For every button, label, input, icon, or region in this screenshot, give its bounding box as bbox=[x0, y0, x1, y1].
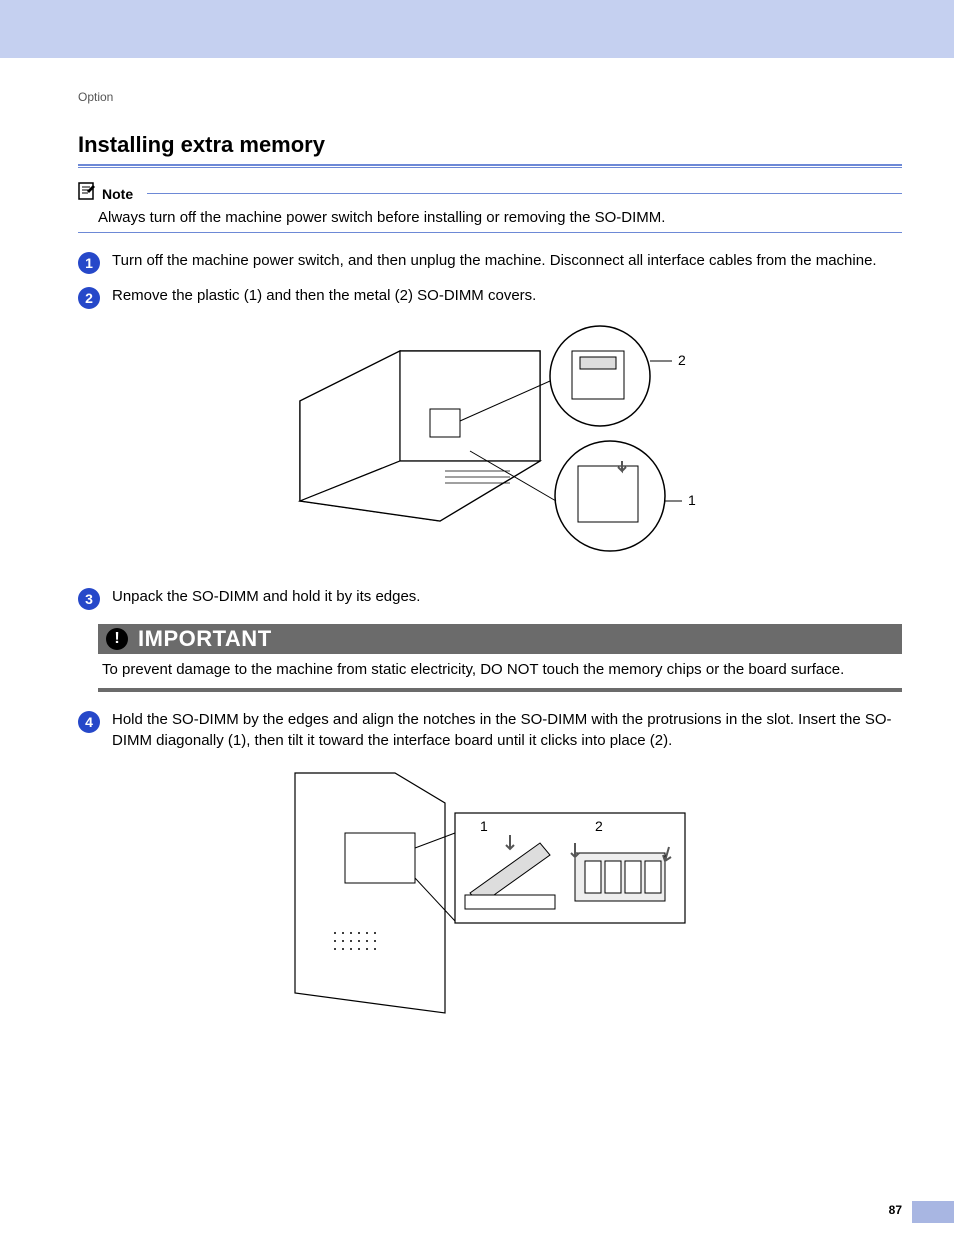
steps-list: 1 Turn off the machine power switch, and… bbox=[78, 251, 902, 1023]
fig1-callout-2: 2 bbox=[678, 352, 686, 368]
note-rule bbox=[147, 193, 902, 194]
note-end-rule bbox=[78, 232, 902, 233]
note-label: Note bbox=[102, 186, 133, 202]
step-1: 1 Turn off the machine power switch, and… bbox=[78, 251, 902, 274]
important-label: IMPORTANT bbox=[138, 626, 272, 652]
note-header: Note bbox=[78, 182, 902, 205]
step-2: 2 Remove the plastic (1) and then the me… bbox=[78, 286, 902, 309]
fig2-callout-1: 1 bbox=[480, 818, 488, 834]
page-number-accent bbox=[912, 1201, 954, 1223]
page-title: Installing extra memory bbox=[78, 132, 902, 158]
step-4: 4 Hold the SO-DIMM by the edges and alig… bbox=[78, 710, 902, 751]
title-underline bbox=[78, 164, 902, 168]
step-text: Hold the SO-DIMM by the edges and align … bbox=[112, 710, 902, 751]
fig1-callout-1: 1 bbox=[688, 492, 696, 508]
fig2-callout-2: 2 bbox=[595, 818, 603, 834]
important-header: ! IMPORTANT bbox=[98, 624, 902, 654]
step-text: Unpack the SO-DIMM and hold it by its ed… bbox=[112, 587, 420, 610]
step-3: 3 Unpack the SO-DIMM and hold it by its … bbox=[78, 587, 902, 610]
step-text: Turn off the machine power switch, and t… bbox=[112, 251, 877, 274]
step-bullet: 4 bbox=[78, 711, 100, 733]
bullet-text: 1 bbox=[85, 255, 93, 271]
step-bullet: 1 bbox=[78, 252, 100, 274]
note-text: Always turn off the machine power switch… bbox=[98, 209, 902, 226]
important-icon: ! bbox=[106, 628, 128, 650]
figure-sodimm-install: 1 2 bbox=[275, 763, 705, 1023]
page-content: Option Installing extra memory Note Alwa… bbox=[0, 58, 954, 1235]
figure-printer-covers: 2 1 bbox=[260, 321, 720, 571]
step-bullet: 2 bbox=[78, 287, 100, 309]
important-callout: ! IMPORTANT To prevent damage to the mac… bbox=[98, 624, 902, 692]
step-text: Remove the plastic (1) and then the meta… bbox=[112, 286, 536, 309]
important-text: To prevent damage to the machine from st… bbox=[98, 654, 902, 692]
page-number: 87 bbox=[889, 1203, 902, 1217]
header-band bbox=[0, 0, 954, 58]
section-label: Option bbox=[78, 90, 902, 104]
bullet-text: 2 bbox=[85, 290, 93, 306]
bullet-text: 3 bbox=[85, 591, 93, 607]
note-icon bbox=[78, 182, 96, 205]
bullet-text: 4 bbox=[85, 714, 93, 730]
step-bullet: 3 bbox=[78, 588, 100, 610]
note-block: Note Always turn off the machine power s… bbox=[78, 182, 902, 233]
